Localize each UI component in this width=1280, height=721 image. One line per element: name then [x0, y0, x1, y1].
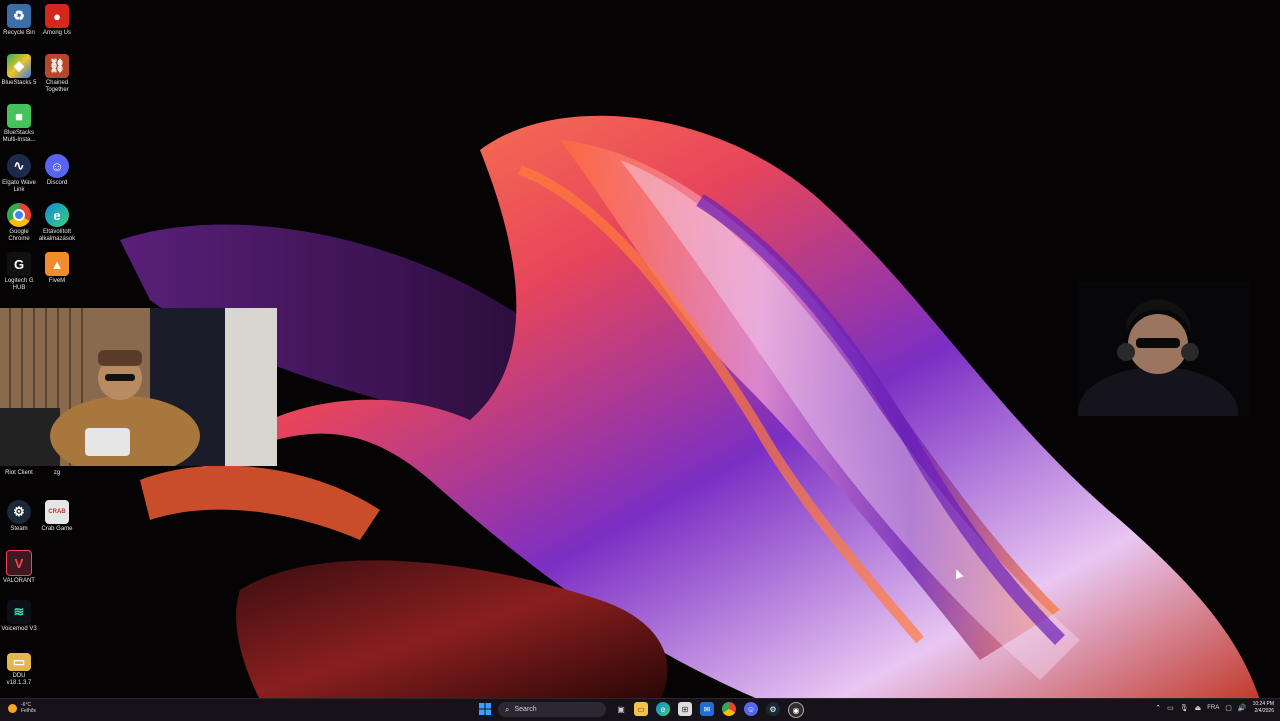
discord-taskbar-icon[interactable]: ☺	[744, 702, 758, 716]
chained-together-icon: ⛓	[45, 54, 69, 78]
desktop-icon-ddu-folder[interactable]: ▭ DDU v18.1.3.7	[0, 650, 38, 687]
elgato-wave-link-icon: ∿	[7, 154, 31, 178]
logitech-icon: G	[7, 252, 31, 276]
desktop-icon-discord[interactable]: ☺ Discord	[38, 154, 76, 187]
taskbar-clock[interactable]: 10:24 PM 2/4/2026	[1253, 701, 1274, 715]
discord-icon: ☺	[45, 154, 69, 178]
steam-icon: ⚙	[7, 500, 31, 524]
desktop-icon-recycle-bin[interactable]: ♻ Recycle Bin	[0, 4, 38, 37]
search-placeholder: Search	[514, 706, 537, 713]
desktop-icon-google-chrome[interactable]: Google Chrome	[0, 203, 38, 243]
edge-taskbar-icon[interactable]: e	[656, 702, 670, 716]
desktop-icon-edge[interactable]: e Eltávolított alkalmazások	[38, 203, 76, 243]
valorant-icon: V	[6, 550, 32, 576]
ddu-folder-icon: ▭	[7, 653, 31, 671]
crab-game-icon: CRAB	[45, 500, 69, 524]
clock-date: 2/4/2026	[1254, 708, 1274, 714]
desktop-icon-fivem[interactable]: ▲ FiveM	[38, 252, 76, 285]
chrome-taskbar-icon[interactable]	[722, 702, 736, 716]
desktop-icon-valorant[interactable]: V VALORANT	[0, 550, 38, 585]
task-view-icon[interactable]: ▣	[614, 702, 628, 716]
edge-icon: e	[45, 203, 69, 227]
among-us-icon: ●	[45, 4, 69, 28]
network-icon[interactable]: ▭	[1167, 704, 1174, 712]
display-icon[interactable]: ▢	[1225, 704, 1232, 712]
weather-description: Felhős	[21, 708, 37, 714]
bluestacks-icon: ◆	[7, 54, 31, 78]
desktop-icon-bluestacks[interactable]: ◆ BlueStacks 5	[0, 54, 38, 87]
windows-start-icon[interactable]	[479, 703, 491, 715]
mail-icon[interactable]: ✉	[700, 702, 714, 716]
chevron-up-icon[interactable]: ⌃	[1155, 704, 1161, 712]
weather-cloud-icon	[8, 703, 17, 713]
taskbar: -6°C Felhős ⌕ Search ▣ ▭ e ⊞ ✉ ☺ ⚙ ◉ ⌃ ▭…	[0, 698, 1280, 721]
file-explorer-icon[interactable]: ▭	[634, 702, 648, 716]
webcam-overlay-left	[0, 308, 277, 466]
steam-taskbar-icon[interactable]: ⚙	[766, 702, 780, 716]
obs-icon[interactable]: ◉	[788, 702, 804, 718]
fivem-icon: ▲	[45, 252, 69, 276]
usb-icon[interactable]: ⏏	[1195, 704, 1202, 712]
desktop-icon-elgato-wave-link[interactable]: ∿ Elgato Wave Link	[0, 154, 38, 194]
desktop-icon-among-us[interactable]: ● Among Us	[38, 4, 76, 37]
bluestacks-multi-icon: ■	[7, 104, 31, 128]
desktop-icon-steam[interactable]: ⚙ Steam	[0, 500, 38, 533]
desktop-icon-logitech-g-hub[interactable]: G Logitech G HUB	[0, 252, 38, 292]
desktop-icon-bluestacks-multi[interactable]: ■ BlueStacks Multi-Insta...	[0, 104, 38, 144]
voicemod-icon: ≋	[7, 600, 31, 624]
webcam-overlay-right	[1078, 282, 1250, 416]
system-tray: ⌃ ▭ 🎙 ⏏ FRA ▢ 🔊 10:24 PM 2/4/2026	[1155, 701, 1274, 715]
taskbar-search-box[interactable]: ⌕ Search	[498, 702, 606, 717]
desktop-icon-chained-together[interactable]: ⛓ Chained Together	[38, 54, 76, 94]
microphone-icon[interactable]: 🎙	[1180, 704, 1189, 712]
clock-time: 10:24 PM	[1252, 701, 1274, 707]
chrome-icon	[7, 203, 31, 227]
search-icon: ⌕	[505, 704, 510, 714]
store-icon[interactable]: ⊞	[678, 702, 692, 716]
volume-icon[interactable]: 🔊	[1238, 704, 1247, 712]
language-indicator[interactable]: FRA	[1207, 705, 1219, 711]
recycle-bin-icon: ♻	[7, 4, 31, 28]
desktop-icon-voicemod[interactable]: ≋ Voicemod V3	[0, 600, 38, 633]
desktop-icon-crab-game[interactable]: CRAB Crab Game	[38, 500, 76, 533]
weather-widget[interactable]: -6°C Felhős	[8, 702, 36, 714]
